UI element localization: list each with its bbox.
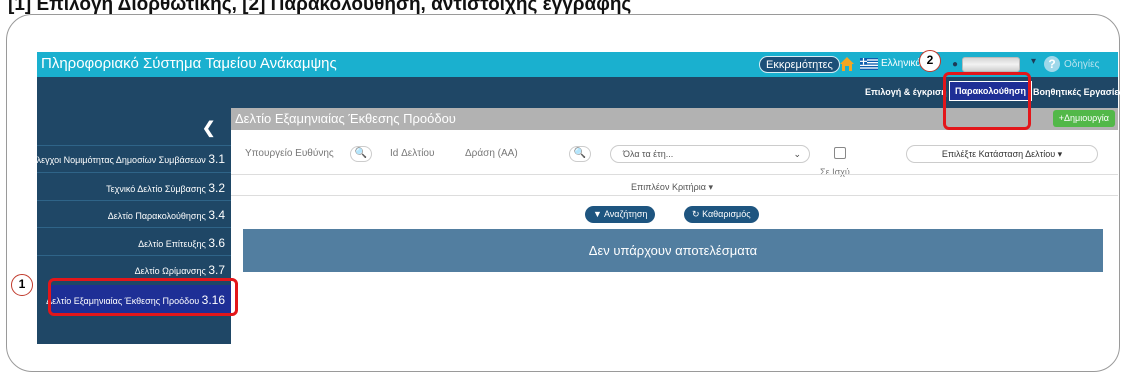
status-select[interactable]: Επιλέξτε Κατάσταση Δελτίου ▾ (906, 145, 1098, 163)
user-name-blurred[interactable] (962, 57, 1020, 72)
sidebar-item-number: 3.6 (208, 236, 225, 250)
no-results-banner: Δεν υπάρχουν αποτελέσματα (243, 229, 1103, 272)
sidebar-item-number: 3.2 (208, 181, 225, 195)
sidebar-item-number: 3.7 (208, 263, 225, 277)
sidebar-item-label: Έλεγχοι Νομιμότητας Δημοσίων Συμβάσεων (29, 155, 206, 165)
in-force-checkbox[interactable] (834, 147, 846, 159)
sidebar-divider (37, 172, 231, 173)
sidebar-item-label: Δελτίο Παρακολούθησης (107, 211, 206, 221)
divider (231, 174, 1118, 175)
ministry-filter-label[interactable]: Υπουργείο Ευθύνης (245, 148, 334, 159)
callout-number-2: 2 (919, 50, 941, 72)
greek-flag-icon[interactable] (860, 58, 878, 70)
clear-button-label: Καθαρισμός (702, 209, 751, 219)
callout-highlight-sidebar (48, 278, 238, 316)
ministry-search-icon[interactable]: 🔍 (350, 146, 372, 162)
help-icon[interactable]: ? (1044, 56, 1060, 72)
nav-item-selection-approval[interactable]: Επιλογή & έγκριση (865, 87, 947, 97)
user-icon: ● (952, 59, 959, 70)
sidebar-item-achievement-sheet[interactable]: Δελτίο Επίτευξης 3.6 (138, 236, 225, 250)
callout-number-1: 1 (11, 274, 33, 296)
divider (231, 195, 1118, 196)
sidebar-item-monitoring-sheet[interactable]: Δελτίο Παρακολούθησης 3.4 (108, 208, 225, 222)
sidebar-divider (37, 255, 231, 256)
sidebar-item-number: 3.1 (208, 152, 225, 166)
sidebar-item-label: Τεχνικό Δελτίο Σύμβασης (106, 184, 206, 194)
help-link[interactable]: Οδηγίες (1064, 59, 1099, 70)
sidebar-divider (37, 145, 231, 146)
caret-down-icon: ▼ (593, 209, 602, 219)
years-select-value: Όλα τα έτη... (623, 149, 674, 159)
screenshot: [1] Επιλογή Διορθωτικής, [2] Παρακολούθη… (0, 0, 1128, 376)
years-select[interactable]: Όλα τα έτη... ⌄ (610, 145, 810, 163)
action-search-icon[interactable]: 🔍 (569, 146, 591, 162)
home-icon[interactable] (839, 56, 855, 72)
create-button[interactable]: +Δημιουργία (1052, 110, 1115, 127)
sidebar-item-legality-checks[interactable]: Έλεγχοι Νομιμότητας Δημοσίων Συμβάσεων 3… (30, 152, 225, 166)
sidebar-item-maturity-sheet[interactable]: Δελτίο Ωρίμανσης 3.7 (135, 263, 225, 277)
pending-button[interactable]: Εκκρεμότητες (759, 56, 840, 73)
callout-highlight-monitoring (943, 72, 1031, 130)
action-filter-label[interactable]: Δράση (ΑΑ) (465, 148, 518, 159)
sidebar-divider (37, 227, 231, 228)
page-title: Δελτίο Εξαμηνιαίας Έκθεσης Προόδου (235, 111, 456, 126)
chevron-left-icon[interactable]: ❮ (202, 118, 215, 138)
sidebar-item-technical-sheet[interactable]: Τεχνικό Δελτίο Σύμβασης 3.2 (106, 181, 225, 195)
sidebar-item-number: 3.4 (208, 208, 225, 222)
clear-button[interactable]: ↻ Καθαρισμός (684, 206, 759, 223)
in-force-label: Σε Ισχύ (820, 167, 850, 177)
caret-down-icon[interactable]: ▾ (1031, 56, 1036, 67)
nav-item-auxiliary-tasks[interactable]: Βοηθητικές Εργασίες (1033, 87, 1123, 97)
app-title[interactable]: Πληροφοριακό Σύστημα Ταμείου Ανάκαμψης (41, 55, 337, 72)
language-selector[interactable]: Ελληνικά (881, 58, 921, 69)
id-filter-label[interactable]: Id Δελτίου (390, 148, 434, 159)
sidebar-item-label: Δελτίο Ωρίμανσης (134, 266, 206, 276)
more-criteria-toggle[interactable]: Επιπλέον Κριτήρια ▾ (631, 182, 713, 193)
sidebar-item-label: Δελτίο Επίτευξης (138, 239, 206, 249)
search-button[interactable]: ▼ Αναζήτηση (585, 206, 656, 223)
chevron-down-icon: ⌄ (793, 149, 801, 159)
sidebar-divider (37, 200, 231, 201)
refresh-icon: ↻ (692, 209, 700, 219)
search-button-label: Αναζήτηση (603, 209, 648, 219)
